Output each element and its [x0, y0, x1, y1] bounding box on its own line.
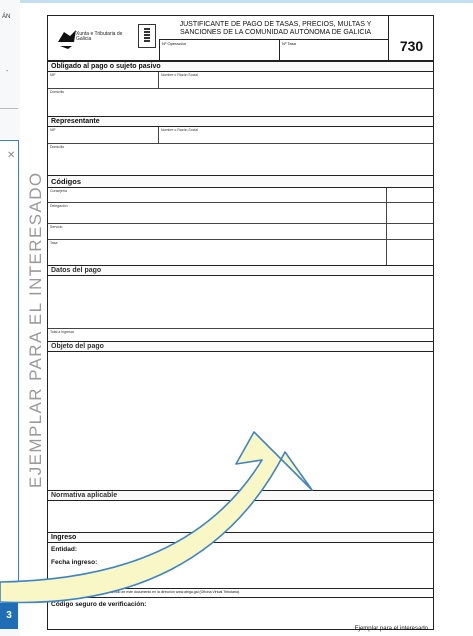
codigo-row: Servicio	[48, 224, 433, 240]
datos-pago-area	[48, 276, 433, 329]
codigo-row: Tasa	[48, 240, 433, 266]
datos-pago-section: Datos del pago Total a ingresar	[48, 265, 433, 341]
panel-snippet: ÁN	[2, 14, 11, 20]
form-header: Xunta e Tributaria de Galicia JUSTIFICAN…	[48, 16, 433, 61]
galicia-crest-icon	[138, 24, 156, 48]
normativa-heading: Normativa aplicable	[48, 491, 433, 501]
codigo-label: Delegación	[50, 204, 68, 208]
objeto-pago-heading: Objeto del pago	[48, 342, 433, 352]
panel-dash: -	[6, 68, 9, 75]
fecha-label: Fecha ingreso:	[51, 559, 98, 566]
verificacion-note: Puede comprobar la veracidad del conteni…	[48, 589, 433, 598]
total-label: Total a ingresar	[50, 330, 74, 334]
obligado-domicilio: Domicilio	[50, 90, 65, 94]
panel-action-button[interactable]: 3	[0, 603, 18, 629]
footer-note: Ejemplar para el interesado	[354, 626, 428, 632]
codigo-label: Tasa	[50, 241, 58, 245]
obligado-section: Obligado al pago o sujeto pasivo NIF Nom…	[48, 61, 433, 111]
ingreso-heading: Ingreso	[48, 533, 433, 543]
total-row: Total a ingresar	[48, 329, 433, 341]
payment-form: Xunta e Tributaria de Galicia JUSTIFICAN…	[47, 15, 434, 630]
form-title: JUSTIFICANTE DE PAGO DE TASAS, PRECIOS, …	[179, 21, 372, 36]
form-number: 730	[399, 38, 424, 54]
representante-nif: NIF	[50, 128, 56, 132]
obligado-nif: NIF	[50, 73, 56, 77]
top-bar	[20, 0, 473, 3]
normativa-section: Normativa aplicable	[48, 490, 433, 501]
obligado-nombre: Nombre o Razón Social	[161, 73, 198, 77]
codigo-label: Servicio	[50, 225, 63, 229]
representante-heading: Representante	[48, 117, 433, 127]
objeto-pago-section: Objeto del pago	[48, 341, 433, 352]
representante-row: NIF Nombre o Razón Social	[48, 127, 433, 144]
panel-divider	[0, 108, 18, 109]
representante-domicilio-row: Domicilio	[48, 144, 433, 170]
entidad-label: Entidad:	[51, 546, 77, 553]
verificacion-section: Puede comprobar la veracidad del conteni…	[48, 588, 433, 611]
datos-pago-heading: Datos del pago	[48, 266, 433, 276]
representante-nombre: Nombre o Razón Social	[161, 128, 198, 132]
panel-card	[0, 140, 19, 594]
header-fields: Nº Operación Nº Tasa	[159, 39, 389, 60]
tasa-label: Nº Tasa	[282, 41, 296, 46]
codigo-row: Delegación	[48, 203, 433, 224]
logo-text: Xunta e Tributaria de Galicia	[76, 31, 123, 42]
ingreso-body: Entidad: Fecha ingreso:	[48, 543, 433, 581]
ingreso-section: Ingreso Entidad: Fecha ingreso:	[48, 532, 433, 581]
representante-domicilio: Domicilio	[50, 145, 65, 149]
left-panel: ÁN - ✕ 3	[0, 0, 20, 636]
codigo-label: Consejería	[50, 189, 67, 193]
codigo-row: Consejería	[48, 188, 433, 203]
form-number-box: 730	[388, 16, 434, 60]
codigos-section: Códigos Consejería Delegación Servicio T…	[48, 175, 433, 266]
obligado-heading: Obligado al pago o sujeto pasivo	[48, 62, 433, 72]
close-icon[interactable]: ✕	[7, 150, 15, 161]
codigo-seguro-label: Código seguro de verificación:	[51, 601, 147, 608]
representante-section: Representante NIF Nombre o Razón Social …	[48, 116, 433, 170]
operacion-label: Nº Operación	[160, 40, 280, 60]
obligado-row: NIF Nombre o Razón Social	[48, 72, 433, 89]
obligado-domicilio-row: Domicilio	[48, 89, 433, 111]
codigos-heading: Códigos	[48, 176, 433, 188]
